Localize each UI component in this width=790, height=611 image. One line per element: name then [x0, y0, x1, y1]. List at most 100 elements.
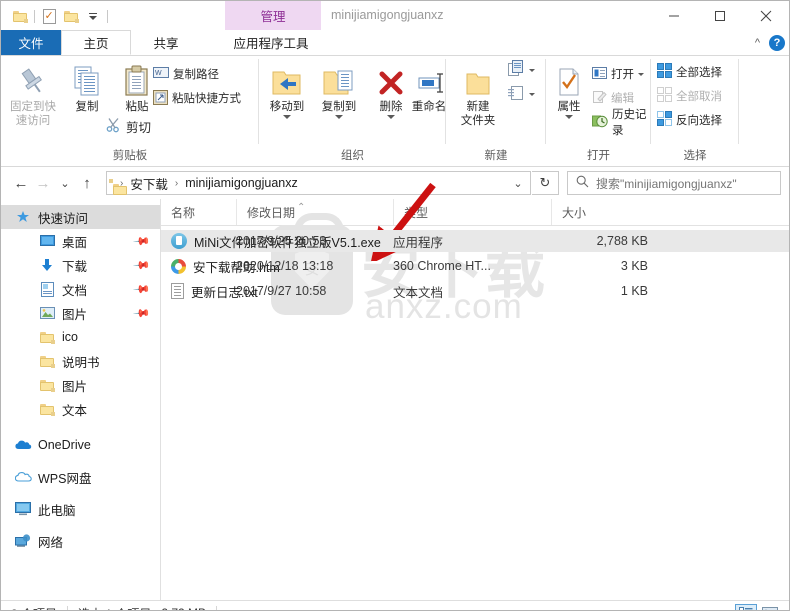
minimize-button[interactable] [651, 1, 697, 30]
forward-button[interactable]: → [32, 170, 54, 196]
sidebar-item-manual[interactable]: 说明书 [1, 349, 161, 373]
new-folder-icon [463, 59, 493, 97]
explorer-window: 管理 minijiamigongjuanxz 文件 主页 共享 查看 [0, 0, 790, 611]
qat-customize-dropdown-icon[interactable] [82, 5, 104, 27]
sidebar-item-label: 快速访问 [38, 211, 89, 226]
ribbon-button-copy[interactable]: 复制 [61, 59, 113, 114]
chevron-down-icon[interactable] [387, 115, 395, 119]
pin-icon[interactable]: 📌 [133, 280, 152, 298]
contextual-tab-management[interactable]: 管理 [225, 1, 321, 30]
ribbon-tabs: 文件 主页 共享 查看 应用程序工具 ^ ? [1, 30, 789, 56]
breadcrumb-item-0[interactable]: 安下载 [128, 174, 170, 193]
sidebar-item-quick-access[interactable]: 快速访问 [1, 205, 161, 229]
paste-shortcut-icon [153, 89, 168, 108]
ribbon-group-label: 选择 [683, 150, 707, 162]
address-dropdown-icon[interactable]: ⌄ [506, 177, 530, 190]
recent-locations-button[interactable]: ⌄ [54, 170, 76, 196]
breadcrumb-item-1[interactable]: minijiamigongjuanxz [183, 176, 300, 190]
tab-app-tools[interactable]: 应用程序工具 [220, 30, 322, 55]
status-divider-2 [216, 606, 218, 610]
sidebar-item-pictures[interactable]: 图片 📌 [1, 301, 161, 325]
ribbon-button-new-folder[interactable]: 新建 文件夹 [450, 59, 506, 128]
table-row[interactable]: 安下载帮助.htm 2020/12/18 13:18 360 Chrome HT… [161, 255, 789, 277]
qat-properties-icon[interactable] [38, 5, 60, 27]
tab-share[interactable]: 共享 [131, 30, 201, 55]
ribbon-button-history[interactable]: 历史记录 [592, 109, 651, 137]
sidebar-item-ico[interactable]: ico [1, 325, 161, 349]
help-icon[interactable]: ? [769, 34, 785, 51]
tab-home[interactable]: 主页 [61, 30, 131, 55]
ribbon-button-label: 新建 文件夹 [460, 101, 496, 127]
ribbon-button-label: 复制 [75, 101, 99, 113]
folder-icon [37, 403, 57, 416]
pin-icon[interactable]: 📌 [133, 232, 152, 250]
ribbon-button-label: 固定到快 速访问 [10, 101, 56, 127]
sidebar-item-downloads[interactable]: 下载 📌 [1, 253, 161, 277]
ribbon-button-label: 粘贴 [125, 101, 149, 113]
ribbon-button-paste-shortcut[interactable]: 粘贴快捷方式 [153, 88, 241, 108]
sidebar-item-this-pc[interactable]: 此电脑 [1, 497, 161, 521]
status-selection-size: 2.72 MB [161, 605, 216, 610]
column-header-name[interactable]: 名称 [161, 199, 236, 225]
details-view-button[interactable] [735, 604, 757, 610]
sidebar-item-onedrive[interactable]: OneDrive [1, 433, 161, 457]
sidebar-item-pictures-folder[interactable]: 图片 [1, 373, 161, 397]
ribbon-button-move-to[interactable]: 移动到 [261, 59, 313, 119]
edit-icon [592, 89, 607, 107]
maximize-button[interactable] [697, 1, 743, 30]
column-header-type[interactable]: 类型 [393, 199, 551, 225]
chevron-down-icon[interactable] [529, 92, 535, 96]
collapse-ribbon-icon[interactable]: ^ [755, 37, 760, 49]
network-icon [13, 534, 33, 548]
sidebar-item-wps-cloud[interactable]: WPS网盘 [1, 465, 161, 489]
refresh-button[interactable]: ↻ [532, 171, 559, 195]
ribbon-button-invert-selection[interactable]: 反向选择 [657, 110, 722, 130]
sidebar-item-label: 下载 [62, 259, 88, 274]
easy-access-icon [508, 84, 525, 104]
sidebar-item-text-folder[interactable]: 文本 [1, 397, 161, 421]
ribbon-button-open[interactable]: 打开 [592, 64, 644, 84]
sidebar-item-network[interactable]: 网络 [1, 529, 161, 553]
ribbon-button-copy-path[interactable]: W 复制路径 [153, 64, 219, 84]
ribbon-button-new-item[interactable] [508, 60, 535, 80]
ribbon-button-select-none[interactable]: 全部取消 [657, 86, 722, 106]
ribbon-button-properties[interactable]: 属性 [548, 59, 590, 119]
pin-icon[interactable]: 📌 [133, 304, 152, 322]
pin-icon[interactable]: 📌 [133, 256, 152, 274]
sidebar-item-documents[interactable]: 文档 📌 [1, 277, 161, 301]
chevron-down-icon[interactable] [638, 72, 644, 76]
wps-cloud-icon [13, 471, 33, 483]
sidebar-item-desktop[interactable]: 桌面 📌 [1, 229, 161, 253]
column-header-date[interactable]: 修改日期 [236, 199, 393, 225]
ribbon-button-label: 剪切 [126, 120, 152, 135]
table-row[interactable]: 更新日志.txt 2017/9/27 10:58 文本文档 1 KB [161, 280, 789, 302]
ribbon-group-label: 新建 [484, 150, 508, 162]
ribbon-button-easy-access[interactable] [508, 84, 535, 104]
chevron-down-icon[interactable] [529, 68, 535, 72]
ribbon-button-label: 打开 [611, 69, 634, 81]
qat-folder-icon[interactable] [9, 5, 31, 27]
ribbon-button-select-all[interactable]: 全部选择 [657, 62, 722, 82]
sidebar-item-label: ico [62, 330, 78, 344]
up-button[interactable]: ↑ [76, 170, 98, 196]
search-input[interactable]: 搜索"minijiamigongjuanxz" [596, 175, 737, 192]
tab-file[interactable]: 文件 [1, 30, 61, 55]
ribbon-button-pin-to-quick-access[interactable]: 固定到快 速访问 [7, 59, 59, 128]
column-header-size[interactable]: 大小 [551, 199, 651, 225]
close-button[interactable] [743, 1, 789, 30]
back-button[interactable]: ← [10, 170, 32, 196]
search-box[interactable]: 搜索"minijiamigongjuanxz" [567, 171, 781, 195]
copy-to-icon [323, 59, 355, 97]
ribbon-button-copy-to[interactable]: 复制到 [313, 59, 365, 119]
ribbon-button-cut[interactable]: 剪切 [106, 116, 151, 136]
chevron-down-icon[interactable] [565, 115, 573, 119]
sidebar-item-label: 图片 [62, 307, 88, 322]
title-bar: 管理 minijiamigongjuanxz [1, 1, 789, 30]
large-icons-view-button[interactable] [759, 604, 781, 610]
chevron-down-icon[interactable] [283, 115, 291, 119]
table-row[interactable]: MiNi文件加密软件独立版V5.1.exe 2017/9/25 20:53 应用… [161, 230, 789, 252]
chevron-down-icon[interactable] [335, 115, 343, 119]
address-bar[interactable]: › 安下载 › minijiamigongjuanxz ⌄ [106, 171, 531, 195]
ribbon-button-edit[interactable]: 编辑 [592, 88, 634, 108]
qat-new-folder-icon[interactable] [60, 5, 82, 27]
